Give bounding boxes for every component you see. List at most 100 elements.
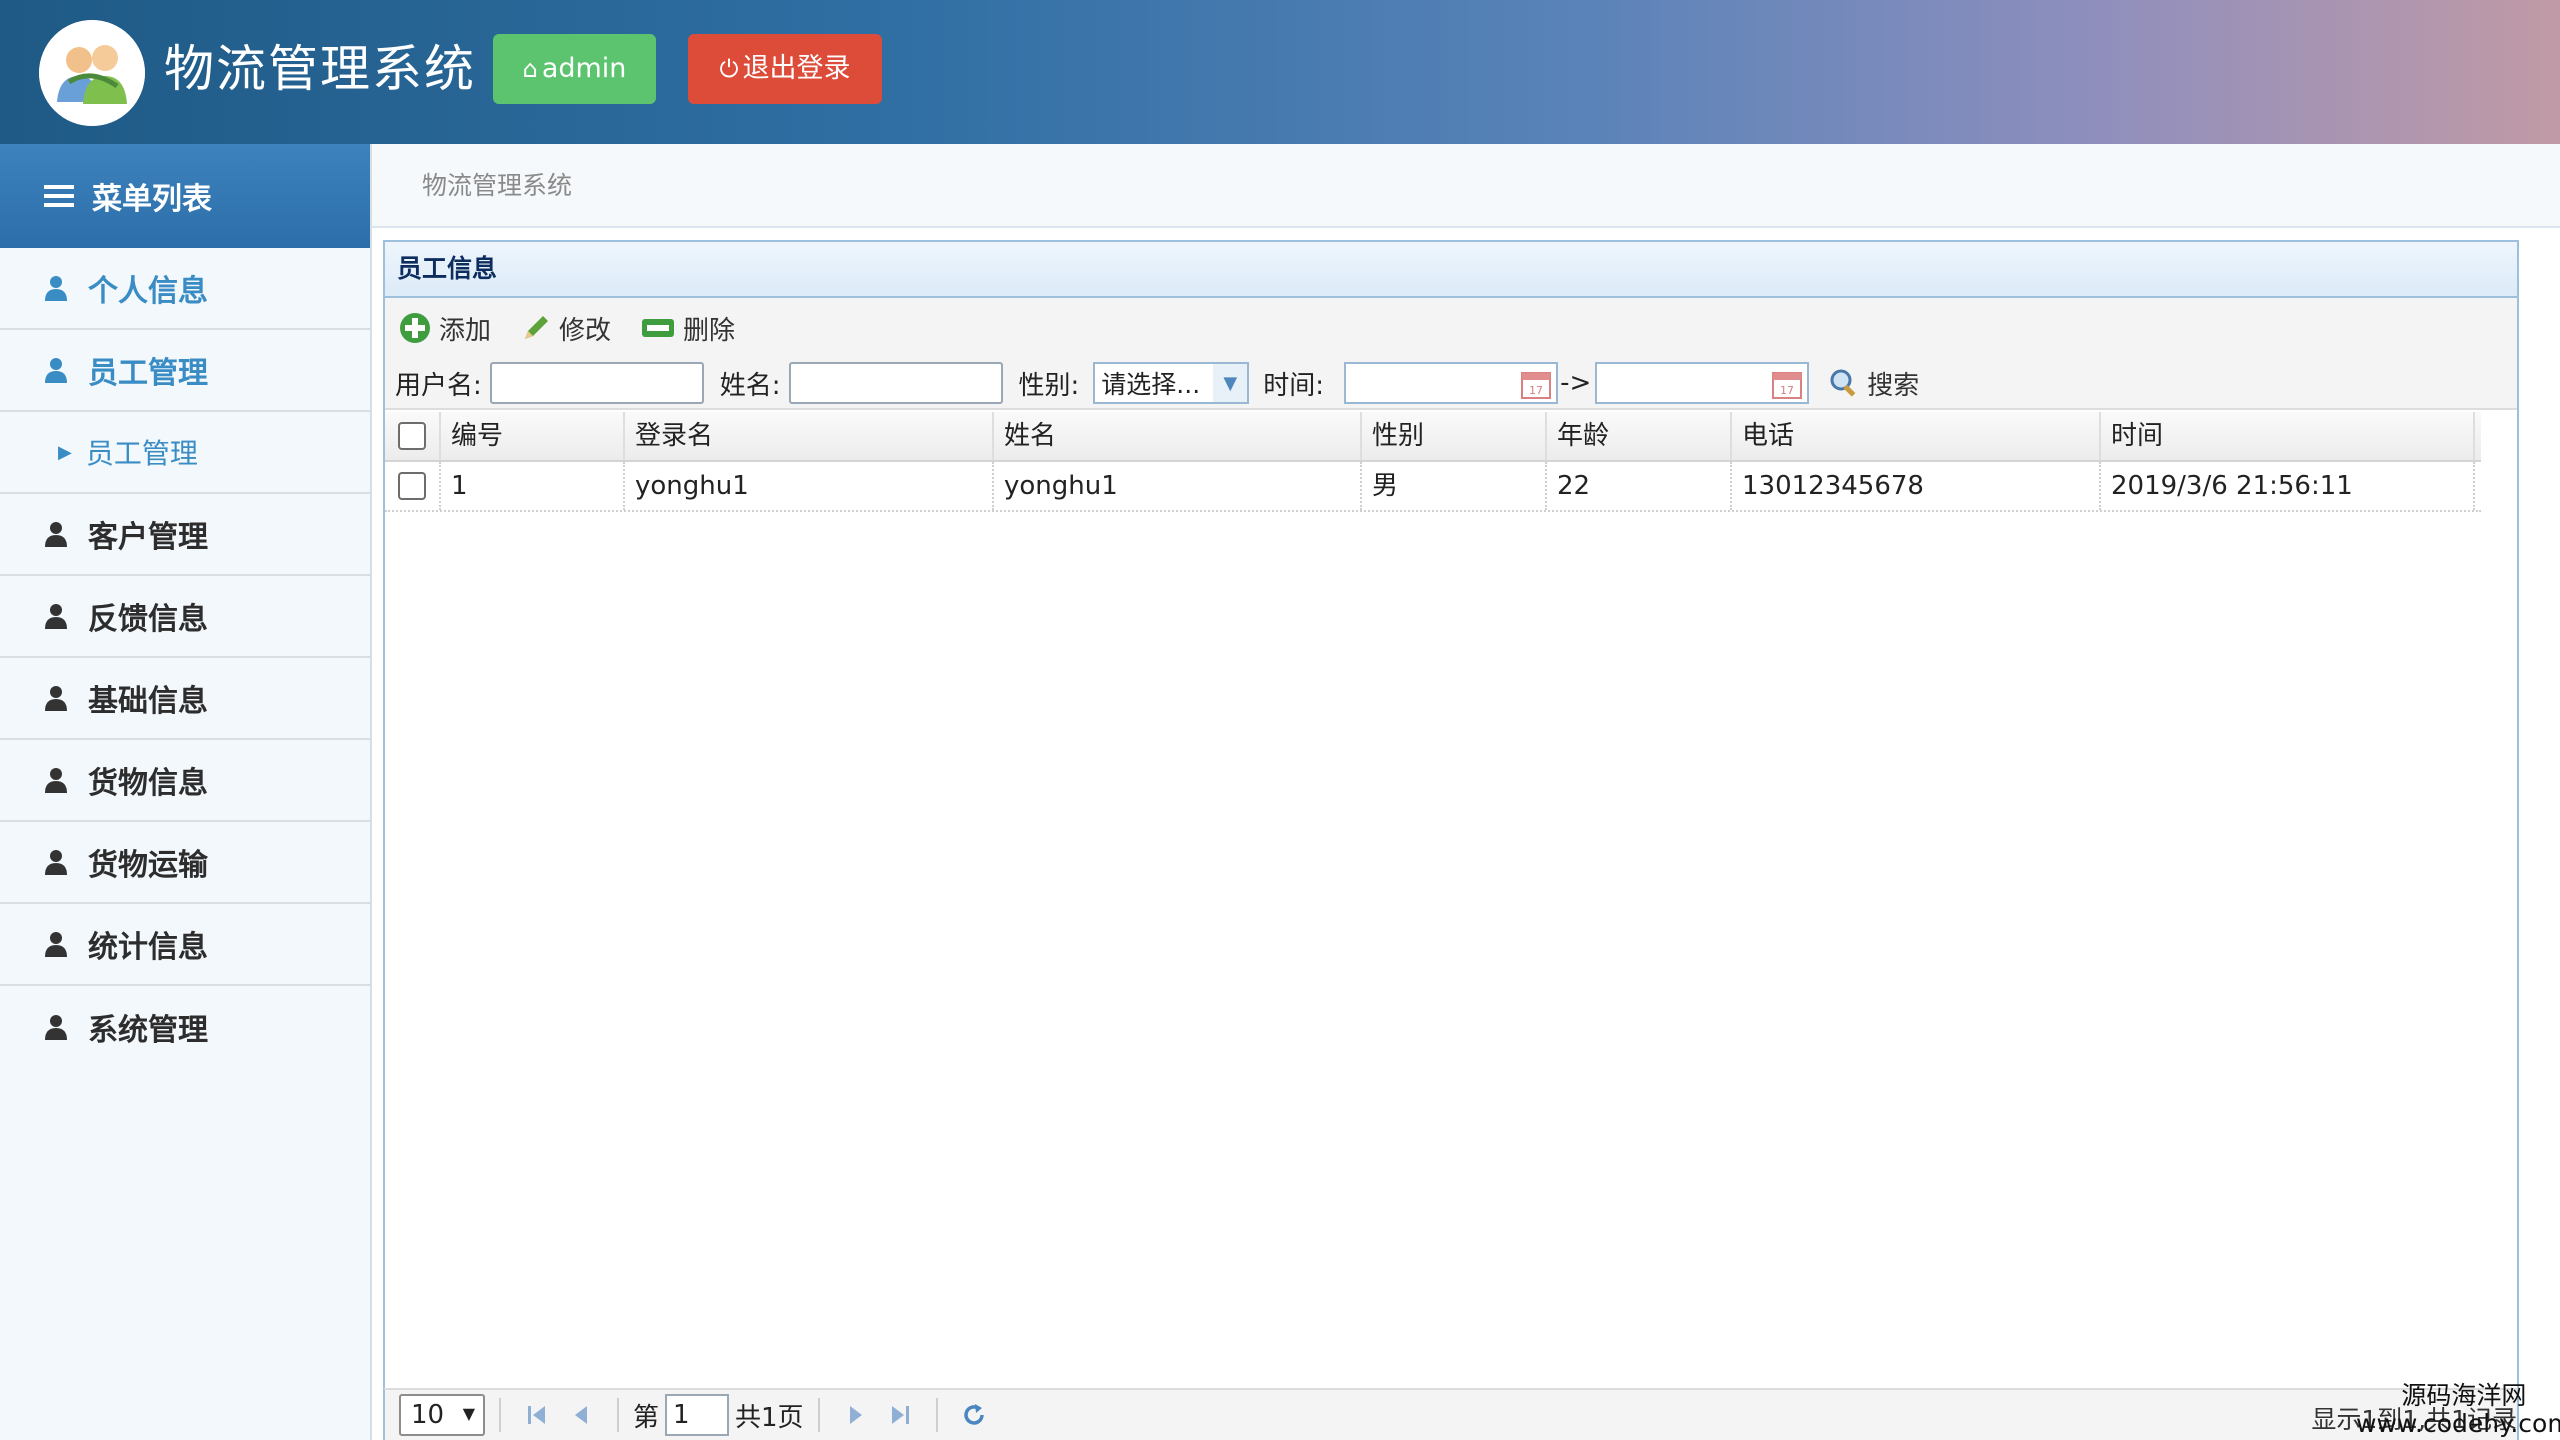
sex-selected-value: 请选择... (1101, 370, 1201, 399)
action-bar: 添加 修改 删除 (399, 308, 735, 348)
sidebar-item-label: 反馈信息 (88, 602, 208, 637)
sidebar-item-employee-management[interactable]: 员工管理 (0, 330, 370, 412)
start-date-input[interactable]: 17 (1344, 362, 1559, 404)
last-page-button[interactable] (878, 1393, 922, 1437)
first-page-icon (528, 1406, 545, 1424)
sidebar-item-personal-info[interactable]: 个人信息 (0, 248, 370, 330)
list-icon (44, 185, 74, 207)
sex-select[interactable]: 请选择... ▼ (1093, 362, 1250, 404)
calendar-icon[interactable]: 17 (1771, 368, 1803, 400)
page-size-select[interactable]: 10 ▼ (399, 1394, 485, 1436)
sidebar-item-goods-transport[interactable]: 货物运输 (0, 822, 370, 904)
column-header-sex[interactable]: 性别 (1362, 412, 1547, 460)
power-icon: ⏻ (719, 55, 739, 83)
watermark-line2: www.codehy.com (2356, 1409, 2560, 1438)
cell-time: 2019/3/6 21:56:11 (2101, 462, 2475, 510)
sidebar-item-label: 系统管理 (88, 1013, 208, 1048)
search-button[interactable]: 搜索 (1829, 365, 1919, 402)
delete-button[interactable]: 删除 (641, 310, 735, 347)
column-header-name[interactable]: 姓名 (994, 412, 1362, 460)
employee-panel: 员工信息 添加 修改 删除 用户名: 姓名: 性别: 请选择... ▼ 时间: … (383, 240, 2519, 1440)
sidebar-subitem-employee-management[interactable]: ▶ 员工管理 (0, 412, 370, 494)
sidebar-item-label: 员工管理 (85, 437, 198, 470)
select-all-checkbox[interactable] (398, 422, 426, 450)
pager-separator (935, 1398, 938, 1432)
row-checkbox[interactable] (398, 472, 426, 500)
breadcrumb: 物流管理系统 (372, 144, 2560, 228)
user-icon (45, 932, 67, 957)
sidebar: 菜单列表 个人信息 员工管理 ▶ 员工管理 客户管理 反馈信息 基础信息 货物信… (0, 144, 372, 1440)
column-header-age[interactable]: 年龄 (1547, 412, 1732, 460)
minus-icon (642, 319, 675, 337)
user-icon (45, 522, 67, 547)
svg-text:17: 17 (1529, 384, 1543, 397)
name-label: 姓名: (719, 370, 781, 401)
admin-button[interactable]: ⌂ admin (493, 34, 656, 104)
column-header-id[interactable]: 编号 (441, 412, 625, 460)
refresh-button[interactable] (952, 1393, 996, 1437)
next-page-button[interactable] (834, 1393, 878, 1437)
sidebar-item-label: 员工管理 (88, 356, 208, 391)
prev-page-icon (575, 1406, 587, 1424)
calendar-icon[interactable]: 17 (1520, 368, 1552, 400)
cell-age: 22 (1547, 462, 1732, 510)
prev-page-button[interactable] (559, 1393, 603, 1437)
select-all-cell (385, 412, 441, 460)
table-row[interactable]: 1 yonghu1 yonghu1 男 22 13012345678 2019/… (385, 462, 2481, 512)
column-header-phone[interactable]: 电话 (1732, 412, 2101, 460)
svg-text:17: 17 (1780, 384, 1794, 397)
watermark: 源码海洋网 www.codehy.com (2356, 1382, 2560, 1438)
sidebar-item-system-management[interactable]: 系统管理 (0, 986, 370, 1068)
sidebar-item-customer-management[interactable]: 客户管理 (0, 494, 370, 576)
plus-icon (400, 313, 430, 343)
search-icon (1830, 369, 1856, 397)
cell-login: yonghu1 (625, 462, 994, 510)
table-header: 编号 登录名 姓名 性别 年龄 电话 时间 (385, 412, 2481, 462)
cell-name: yonghu1 (994, 462, 1362, 510)
chevron-down-icon: ▼ (462, 1404, 475, 1423)
column-header-time[interactable]: 时间 (2101, 412, 2475, 460)
edit-button[interactable]: 修改 (521, 310, 611, 347)
edit-label: 修改 (559, 315, 612, 346)
time-label: 时间: (1263, 370, 1325, 401)
chevron-down-icon: ▼ (1213, 364, 1248, 402)
date-range-separator: -> (1560, 368, 1592, 398)
user-icon (45, 850, 67, 875)
cell-phone: 13012345678 (1732, 462, 2101, 510)
first-page-button[interactable] (515, 1393, 559, 1437)
sidebar-item-goods-info[interactable]: 货物信息 (0, 740, 370, 822)
sidebar-item-feedback[interactable]: 反馈信息 (0, 576, 370, 658)
page-size-value: 10 (411, 1400, 445, 1430)
breadcrumb-text: 物流管理系统 (422, 171, 573, 200)
add-label: 添加 (439, 315, 492, 346)
home-icon: ⌂ (522, 55, 538, 83)
menu-header: 菜单列表 (0, 144, 370, 248)
end-date-input[interactable]: 17 (1595, 362, 1810, 404)
logout-label: 退出登录 (742, 53, 851, 84)
last-page-icon (891, 1406, 909, 1424)
user-icon (45, 768, 67, 793)
pagination-bar: 10 ▼ 第 1 共1页 显示1到1,共1记录 (383, 1388, 2519, 1440)
top-header: 物流管理系统 ⌂ admin ⏻ 退出登录 (0, 0, 2560, 144)
delete-label: 删除 (683, 315, 736, 346)
employee-table: 编号 登录名 姓名 性别 年龄 电话 时间 1 yonghu1 yonghu1 … (385, 412, 2481, 512)
user-icon (45, 358, 67, 383)
page-number-input[interactable]: 1 (665, 1394, 730, 1436)
sidebar-item-statistics[interactable]: 统计信息 (0, 904, 370, 986)
logout-button[interactable]: ⏻ 退出登录 (688, 34, 882, 104)
username-input[interactable] (489, 362, 704, 404)
refresh-icon (963, 1404, 984, 1425)
pencil-icon (525, 316, 549, 339)
sex-label: 性别: (1018, 370, 1080, 401)
column-header-login[interactable]: 登录名 (625, 412, 994, 460)
name-input[interactable] (788, 362, 1003, 404)
sidebar-item-label: 基础信息 (88, 684, 208, 719)
menu-title: 菜单列表 (92, 182, 212, 217)
total-pages: 共1页 (735, 1402, 804, 1433)
user-icon (45, 604, 67, 629)
pager-separator (817, 1398, 820, 1432)
app-title: 物流管理系统 (164, 40, 476, 98)
add-button[interactable]: 添加 (399, 310, 491, 347)
watermark-line1: 源码海洋网 (2401, 1381, 2527, 1410)
sidebar-item-basic-info[interactable]: 基础信息 (0, 658, 370, 740)
